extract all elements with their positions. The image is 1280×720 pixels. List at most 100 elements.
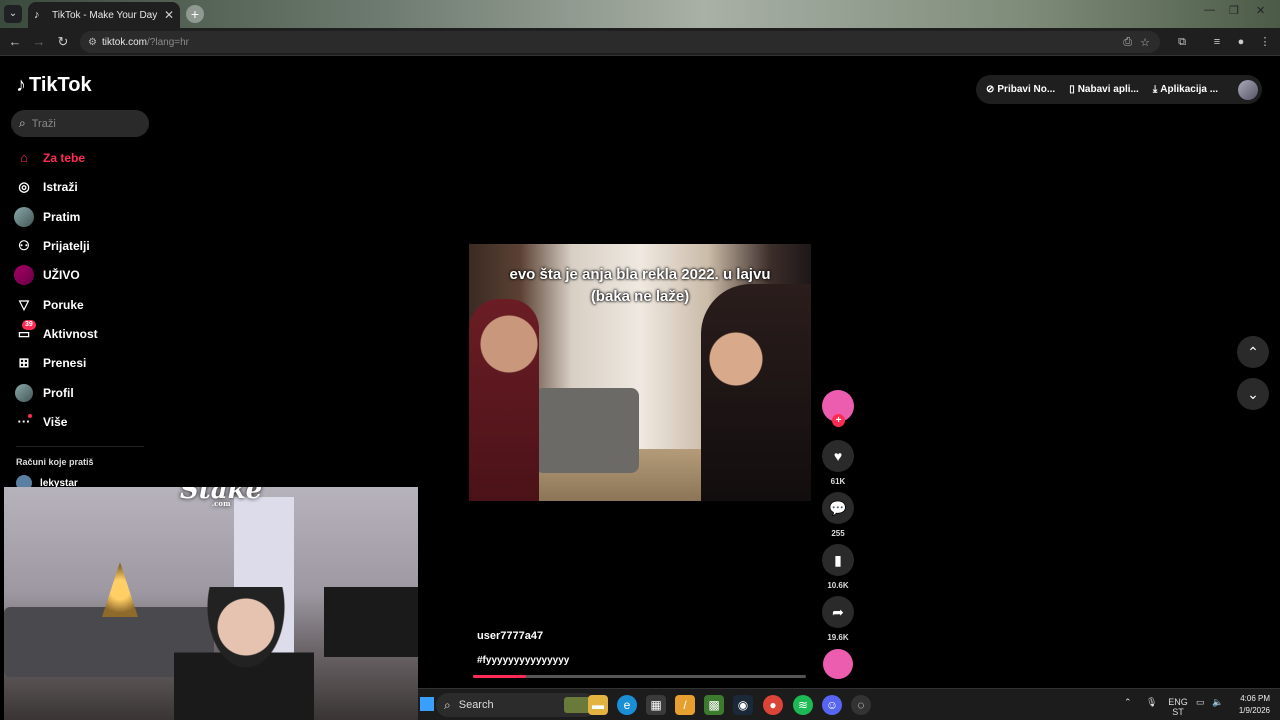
upload-icon: ⊞	[18, 355, 30, 370]
compass-icon: ◎	[18, 179, 30, 194]
sidebar-item-istrazi[interactable]: ◎ Istraži	[16, 176, 156, 198]
get-app-button[interactable]: ▯ Nabavi apli...	[1069, 84, 1139, 95]
live-avatar-icon	[14, 265, 34, 285]
tiktok-logo[interactable]: ♪ TikTok	[16, 74, 92, 97]
windows-start-icon[interactable]	[420, 697, 434, 711]
file-explorer-icon[interactable]: ▬	[588, 695, 608, 715]
minimize-window-icon[interactable]: —	[1204, 4, 1215, 16]
chevron-up-icon: ⌃	[1247, 344, 1259, 360]
close-window-icon[interactable]: ✕	[1256, 4, 1265, 17]
video-player[interactable]: evo šta je anja bla rekla 2022. u lajvu …	[469, 244, 811, 501]
user-avatar[interactable]	[1238, 79, 1258, 100]
sidebar-item-label: Profil	[43, 386, 74, 400]
comment-action[interactable]: 💬 255	[822, 492, 854, 538]
network-icon[interactable]: ▭	[1196, 697, 1205, 707]
activity-icon: ▭ 39	[16, 320, 36, 342]
reload-icon[interactable]: ↻	[54, 33, 72, 51]
sidebar-item-prenesi[interactable]: ⊞ Prenesi	[16, 352, 156, 374]
cam-scene-tv	[324, 587, 418, 657]
webcam-overlay: Stake .com	[4, 487, 418, 720]
browser-menu-icon[interactable]: ⋮	[1256, 33, 1274, 51]
sidebar-item-uzivo[interactable]: UŽIVO	[14, 264, 156, 286]
desktop-app-button[interactable]: ⤓ Aplikacija ...	[1153, 84, 1218, 95]
video-description[interactable]: #fyyyyyyyyyyyyyyy	[477, 655, 569, 666]
new-tab-button[interactable]: +	[186, 5, 204, 23]
search-input[interactable]: ⌕ Traži	[11, 110, 149, 137]
bookmark-icon[interactable]: ▮	[822, 544, 854, 576]
next-video-button[interactable]: ⌄	[1237, 378, 1269, 410]
language-indicator[interactable]: ENG ST	[1168, 697, 1188, 717]
sidebar-item-pratim[interactable]: Pratim	[14, 206, 156, 228]
spotify-icon[interactable]: ≋	[793, 695, 813, 715]
sidebar-item-aktivnost[interactable]: ▭ 39 Aktivnost	[16, 320, 156, 345]
address-bar[interactable]: ⚙ tiktok.com/?lang=hr ⎙ ☆	[80, 31, 1160, 53]
browser-tab-bar: ⌄ ♪ TikTok - Make Your Day ✕ + — ❐ ✕	[0, 0, 1280, 28]
profile-icon[interactable]: ●	[1232, 33, 1250, 51]
like-count: 61K	[830, 477, 846, 486]
video-scene-man	[469, 299, 539, 501]
video-caption: evo šta je anja bla rekla 2022. u lajvu …	[469, 264, 811, 308]
video-author[interactable]: user7777a47	[477, 630, 543, 642]
url-path: /?lang=hr	[147, 36, 189, 48]
caption-line-1: evo šta je anja bla rekla 2022. u lajvu	[509, 266, 771, 283]
forward-icon[interactable]: →	[30, 33, 48, 51]
taskbar-search-label: Search	[458, 699, 494, 711]
install-app-icon[interactable]: ⎙	[1123, 36, 1132, 49]
get-coins-label: Pribavi No...	[997, 84, 1056, 95]
previous-video-button[interactable]: ⌃	[1237, 336, 1269, 368]
sidebar-item-vise[interactable]: ··· Više	[16, 411, 156, 433]
sidebar-item-profil[interactable]: Profil	[15, 382, 156, 404]
maximize-window-icon[interactable]: ❐	[1229, 4, 1239, 17]
microphone-icon[interactable]: 🎙	[1146, 697, 1157, 707]
taskbar-search[interactable]: ⌕ Search	[436, 693, 596, 717]
get-coins-button[interactable]: ⊘ Pribavi No...	[986, 84, 1055, 95]
profile-avatar-icon	[15, 384, 33, 402]
chevron-down-icon: ⌄	[1247, 386, 1259, 402]
sidebar-item-label: Poruke	[43, 298, 84, 312]
music-disc[interactable]	[823, 649, 853, 679]
share-action[interactable]: ➦ 19.6K	[822, 596, 854, 642]
browser-tab-tiktok[interactable]: ♪ TikTok - Make Your Day ✕	[28, 2, 180, 28]
send-icon: ▽	[19, 297, 29, 312]
sidebar-item-za-tebe[interactable]: ⌂ Za tebe	[16, 147, 156, 169]
share-icon[interactable]: ➦	[822, 596, 854, 628]
obs-icon[interactable]: ◌	[851, 695, 871, 715]
site-info-icon[interactable]: ⚙	[88, 37, 102, 48]
app-icon[interactable]: /	[675, 695, 695, 715]
edge-icon[interactable]: e	[617, 695, 637, 715]
sidebar-item-prijatelji[interactable]: ⚇ Prijatelji	[16, 235, 156, 257]
creator-avatar[interactable]: +	[822, 390, 854, 427]
tab-title: TikTok - Make Your Day	[52, 9, 158, 21]
media-controls-icon[interactable]: ≡	[1208, 33, 1226, 51]
video-progress-bar[interactable]	[473, 675, 806, 678]
tab-search-button[interactable]: ⌄	[4, 5, 22, 23]
comment-icon[interactable]: 💬	[822, 492, 854, 524]
following-avatar-icon	[14, 207, 34, 227]
tray-overflow-icon[interactable]: ⌃	[1124, 697, 1132, 707]
video-scene-chair	[535, 388, 639, 473]
discord-icon[interactable]: ☺	[822, 695, 842, 715]
clock-time: 4:06 PM	[1240, 694, 1270, 703]
language-code: ENG	[1168, 697, 1188, 707]
taskbar-clock[interactable]: 4:06 PM 1/9/2026	[1228, 693, 1270, 717]
close-tab-icon[interactable]: ✕	[164, 8, 174, 22]
search-icon: ⌕	[444, 697, 451, 712]
extensions-icon[interactable]: ⧉	[1173, 33, 1191, 51]
store-icon[interactable]: ▦	[646, 695, 666, 715]
sidebar-item-poruke[interactable]: ▽ Poruke	[16, 294, 156, 316]
back-icon[interactable]: ←	[6, 33, 24, 51]
like-action[interactable]: ♥ 61K	[822, 440, 854, 486]
sponsor-logo: Stake .com	[180, 487, 262, 508]
follow-plus-icon[interactable]: +	[832, 414, 845, 427]
chrome-icon[interactable]: ●	[763, 695, 783, 715]
save-action[interactable]: ▮ 10.6K	[822, 544, 854, 590]
heart-icon[interactable]: ♥	[822, 440, 854, 472]
volume-icon[interactable]: 🔈	[1212, 697, 1223, 707]
bookmark-star-icon[interactable]: ☆	[1140, 36, 1150, 49]
cam-scene-streamer	[174, 587, 314, 720]
steam-icon[interactable]: ◉	[733, 695, 753, 715]
minecraft-icon[interactable]: ▩	[704, 695, 724, 715]
browser-toolbar: ← → ↻ ⚙ tiktok.com/?lang=hr ⎙ ☆ ⧉ ≡ ● ⋮	[0, 28, 1280, 56]
comment-count: 255	[831, 529, 845, 538]
video-scene-woman	[701, 284, 811, 501]
